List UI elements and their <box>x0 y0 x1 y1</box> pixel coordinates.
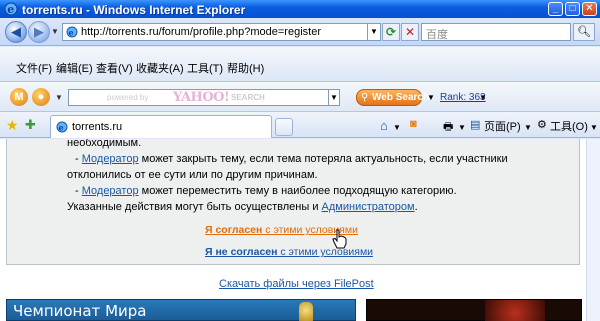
tab-page-icon: e <box>56 121 68 133</box>
toolbar-home-icon[interactable]: ● <box>32 88 50 106</box>
yahoo-search-dropdown-icon[interactable]: ▼ <box>328 89 340 106</box>
banner-art <box>485 300 545 321</box>
filepost-download-link[interactable]: Скачать файлы через FilePost <box>219 278 374 290</box>
svg-text:e: e <box>69 28 74 38</box>
print-icon[interactable]: 🖶︎ <box>443 118 453 137</box>
tools-menu-button[interactable]: 工具(O) <box>550 118 588 134</box>
menu-favorites[interactable]: 收藏夹(A) <box>136 60 184 76</box>
menu-tools[interactable]: 工具(T) <box>187 60 223 76</box>
rules-text-line3: отклонились от ее сути или по другим при… <box>67 169 318 181</box>
administrator-link[interactable]: Администратором <box>322 201 415 213</box>
home-dropdown-icon[interactable]: ▼ <box>393 123 401 132</box>
ad-banner-right[interactable] <box>366 299 582 321</box>
yahoo-search-word: SEARCH <box>231 93 265 102</box>
url-text[interactable]: http://torrents.ru/forum/profile.php?mod… <box>81 26 321 38</box>
new-tab-button[interactable] <box>275 118 293 136</box>
page-icon-tool[interactable]: ▤ <box>470 118 480 131</box>
messenger-icon[interactable]: M <box>10 88 28 106</box>
close-button[interactable]: ✕ <box>582 2 597 16</box>
address-field[interactable]: e http://torrents.ru/forum/profile.php?m… <box>62 23 368 41</box>
add-favorite-icon[interactable]: ✚ <box>25 117 36 133</box>
svg-text:e: e <box>59 123 64 133</box>
window-title: torrents.ru - Windows Internet Explorer <box>22 3 246 17</box>
trophy-icon <box>299 302 313 321</box>
search-placeholder: 百度 <box>426 29 448 41</box>
page-content: необходимым. - Модератор может закрыть т… <box>0 139 600 321</box>
moderator-link[interactable]: Модератор <box>82 153 139 165</box>
web-search-button[interactable]: ⚲ Web Search <box>356 89 429 106</box>
history-dropdown-icon[interactable]: ▼ <box>51 27 59 36</box>
ie-icon: e <box>4 2 18 16</box>
menu-view[interactable]: 查看(V) <box>96 60 133 76</box>
rules-text-line2: - Модератор может закрыть тему, если тем… <box>75 153 508 165</box>
window-titlebar: e torrents.ru - Windows Internet Explore… <box>0 0 600 18</box>
gear-icon[interactable]: ⚙ <box>537 118 547 131</box>
vertical-scrollbar[interactable] <box>586 139 600 321</box>
search-icon[interactable]: 🔍︎ <box>573 23 595 41</box>
forward-button[interactable]: ▶ <box>28 21 50 43</box>
address-dropdown-icon[interactable]: ▼ <box>368 23 381 41</box>
banner-text: Чемпионат Мира <box>13 302 147 320</box>
moderator-link-2[interactable]: Модератор <box>82 185 139 197</box>
rules-text-line1: необходимым. <box>67 139 142 149</box>
minimize-button[interactable]: _ <box>548 2 563 16</box>
yahoo-search-input[interactable]: powered by YAHOO! SEARCH <box>68 89 330 106</box>
rules-text-line5: Указанные действия могут быть осуществле… <box>67 201 418 213</box>
rules-text-line4: - Модератор может переместить тему в наи… <box>75 185 457 197</box>
web-search-dropdown-icon[interactable]: ▼ <box>427 93 435 102</box>
print-dropdown-icon[interactable]: ▼ <box>458 123 466 132</box>
menu-help[interactable]: 帮助(H) <box>227 60 264 76</box>
search-input[interactable]: 百度 <box>421 23 571 41</box>
menu-bar: 文件(F) 编辑(E) 查看(V) 收藏夹(A) 工具(T) 帮助(H) <box>0 47 600 82</box>
favorites-star-icon[interactable]: ★ <box>6 117 19 134</box>
page-dropdown-icon[interactable]: ▼ <box>524 123 532 132</box>
page-icon: e <box>66 26 78 38</box>
tools-dropdown-icon[interactable]: ▼ <box>590 123 598 132</box>
worldcup-banner[interactable]: Чемпионат Мира <box>6 299 356 321</box>
back-button[interactable]: ◀ <box>5 21 27 43</box>
web-search-label: Web Search <box>372 92 430 103</box>
yahoo-logo: YAHOO! <box>173 90 230 105</box>
menu-file[interactable]: 文件(F) <box>16 60 52 76</box>
maximize-button[interactable]: □ <box>565 2 580 16</box>
refresh-icon[interactable]: ⟳ <box>382 23 400 41</box>
powered-by-text: powered by <box>107 93 149 102</box>
magnifier-icon: ⚲ <box>361 92 369 103</box>
toolbar-dropdown-icon[interactable]: ▼ <box>55 93 63 102</box>
tab-torrents[interactable]: e torrents.ru <box>50 115 272 138</box>
rank-dropdown-icon[interactable]: ▼ <box>479 93 487 102</box>
stop-icon[interactable]: ✕ <box>401 23 419 41</box>
hand-cursor-icon <box>332 229 347 249</box>
tab-label: torrents.ru <box>72 121 123 133</box>
yahoo-toolbar: M ● ▼ powered by YAHOO! SEARCH ▼ ⚲ Web S… <box>0 82 600 112</box>
svg-text:e: e <box>7 3 14 16</box>
menu-edit[interactable]: 编辑(E) <box>56 60 93 76</box>
page-menu-button[interactable]: 页面(P) <box>484 118 521 134</box>
address-bar-row: ◀ ▶ ▼ e http://torrents.ru/forum/profile… <box>0 18 600 46</box>
home-icon[interactable]: ⌂ <box>380 118 388 133</box>
tab-row: ★ ✚ e torrents.ru ⌂ ▼ ◙ 🖶︎ ▼ ▤ 页面(P) ▼ ⚙… <box>0 112 600 138</box>
rss-feed-icon[interactable]: ◙ <box>410 118 417 130</box>
